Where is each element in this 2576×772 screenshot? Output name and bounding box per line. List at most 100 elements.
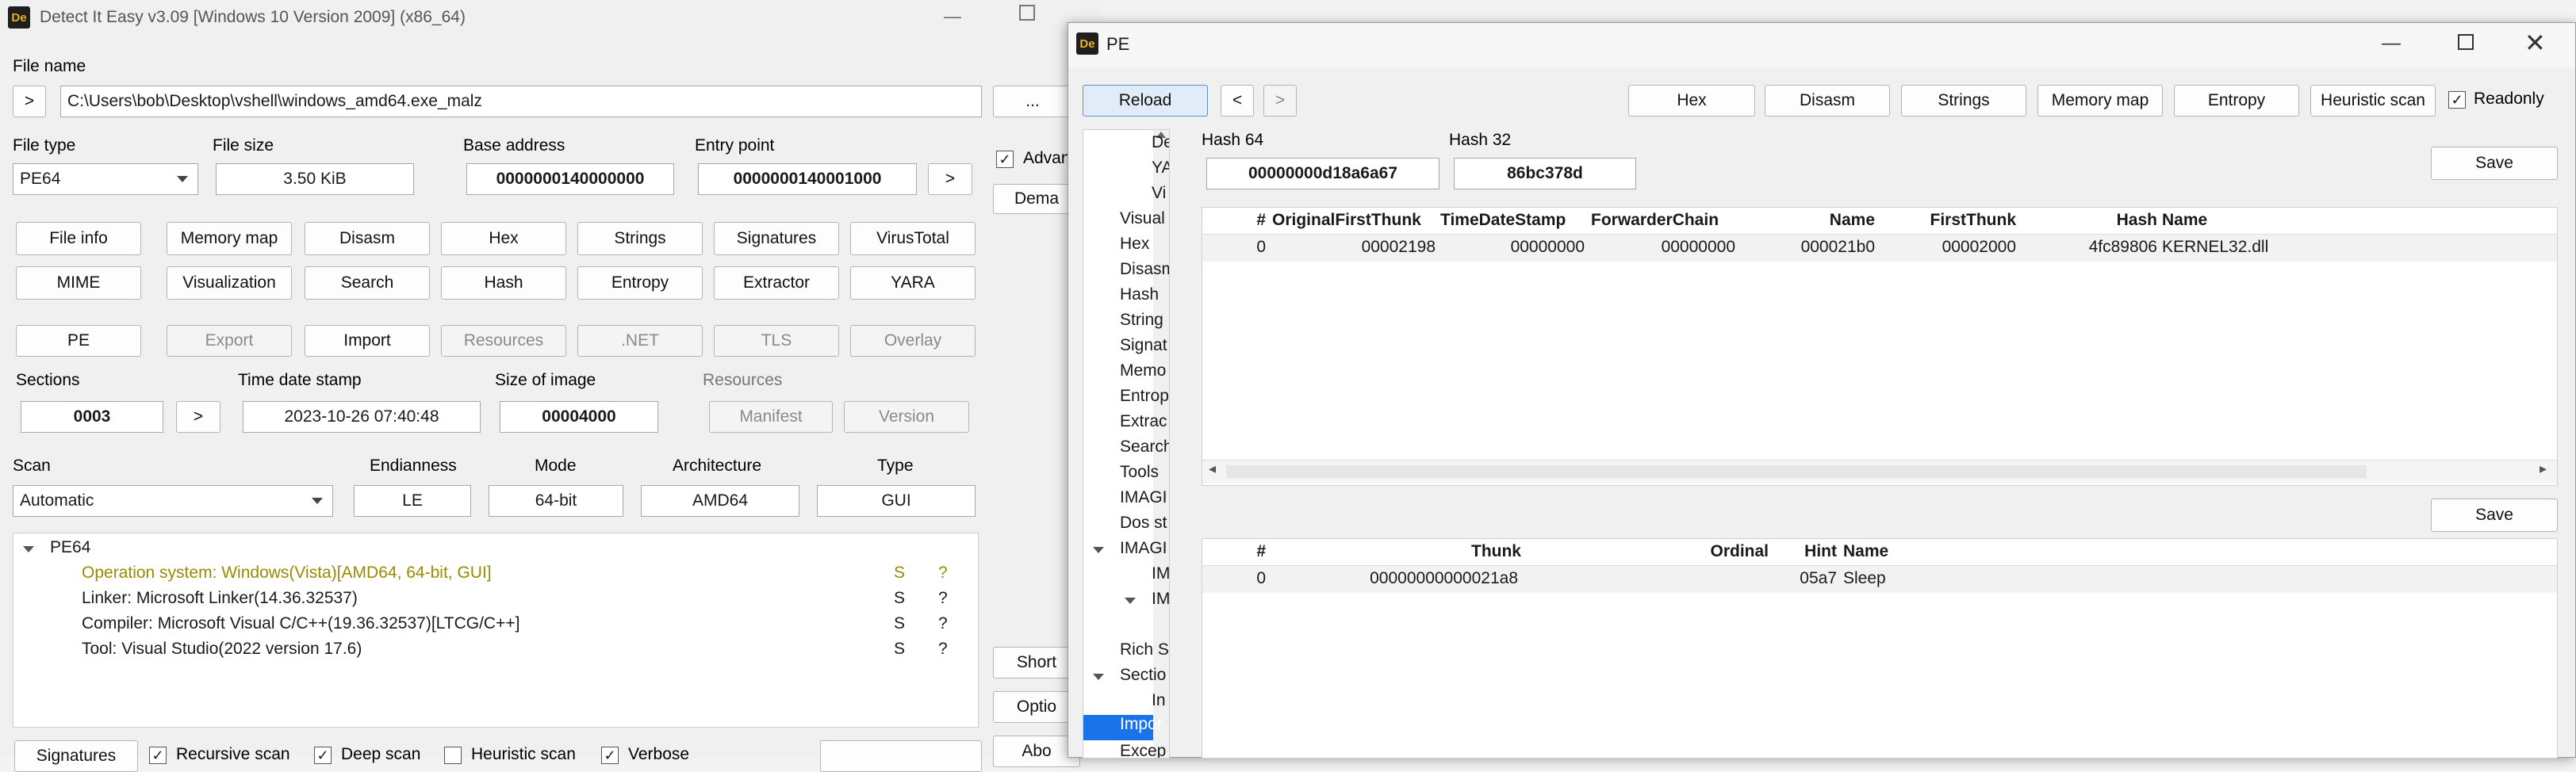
tree-item[interactable]: String [1120,311,1163,330]
col-header[interactable]: Name [1742,211,1875,230]
tls-button[interactable]: TLS [714,325,839,357]
result-os[interactable]: Operation system: Windows(Vista)[AMD64, … [82,564,492,583]
col-header[interactable]: Ordinal [1528,542,1769,561]
scrollbar-thumb[interactable] [1226,465,2367,478]
readonly-checkbox[interactable]: ✓ [2448,91,2466,109]
tree-item-import-selected[interactable]: Impor [1083,715,1163,740]
manifest-button[interactable]: Manifest [709,401,833,433]
tree-item[interactable]: Disasm [1120,260,1169,279]
result-root[interactable]: PE64 [50,538,90,557]
tree-item[interactable]: Hash [1120,285,1159,304]
search-button[interactable]: Search [305,266,430,300]
import-button[interactable]: Import [305,325,430,357]
advanced-checkbox[interactable]: ✓ [996,151,1014,168]
hash-button[interactable]: Hash [441,266,566,300]
minimize-icon[interactable]: — [2382,32,2401,55]
horizontal-scrollbar[interactable]: ◂ ▸ [1202,460,2557,483]
file-path-input[interactable]: C:\Users\bob\Desktop\vshell\windows_amd6… [60,86,982,117]
memory-map-button[interactable]: Memory map [167,222,292,255]
col-header[interactable]: Hint [1773,542,1837,561]
col-header[interactable]: # [1202,542,1266,561]
resources-button[interactable]: Resources [441,325,566,357]
tree-item[interactable]: Rich S [1120,640,1169,659]
pe-strings-button[interactable]: Strings [1901,85,2026,117]
back-button[interactable]: < [1221,85,1254,117]
tree-item[interactable]: Vi [1152,184,1166,203]
pe-disasm-button[interactable]: Disasm [1765,85,1890,117]
verbose-checkbox[interactable]: ✓ [601,747,619,764]
result-tool-q[interactable]: ? [938,640,948,659]
table-row[interactable]: 0 00000000000021a8 05a7 Sleep [1202,566,2557,593]
tree-item[interactable]: Visual [1120,209,1165,228]
col-header[interactable]: Name [1843,542,2002,561]
tree-item[interactable]: IMAGI [1120,539,1167,558]
expand-icon[interactable] [23,546,34,552]
result-compiler-q[interactable]: ? [938,614,948,633]
col-header[interactable]: Hash [2019,211,2157,230]
pe-hex-button[interactable]: Hex [1628,85,1755,117]
recursive-scan-checkbox[interactable]: ✓ [149,747,167,764]
scan-button[interactable] [820,740,982,772]
export-button[interactable]: Export [167,325,292,357]
overlay-button[interactable]: Overlay [850,325,976,357]
entropy-button[interactable]: Entropy [577,266,703,300]
yara-button[interactable]: YARA [850,266,976,300]
entry-point-arrow-button[interactable]: > [928,163,972,195]
tree-item[interactable]: In [1152,691,1166,710]
result-tool[interactable]: Tool: Visual Studio(2022 version 17.6) [82,640,362,659]
tree-item[interactable]: Dos st [1120,514,1167,533]
deep-scan-checkbox[interactable]: ✓ [314,747,332,764]
browse-button[interactable]: ... [993,86,1072,117]
file-type-select[interactable]: PE64 [13,163,198,195]
pe-heuristic-scan-button[interactable]: Heuristic scan [2310,85,2436,117]
close-icon[interactable]: ✕ [2524,28,2546,58]
tree-item[interactable]: YA [1152,159,1169,178]
tree-item[interactable]: Excep [1120,742,1166,758]
virustotal-button[interactable]: VirusTotal [850,222,976,255]
strings-button[interactable]: Strings [577,222,703,255]
pe-button[interactable]: PE [16,325,141,357]
hex-button[interactable]: Hex [441,222,566,255]
scroll-right-icon[interactable]: ▸ [2540,461,2547,477]
col-header[interactable]: Name [2162,211,2321,230]
heuristic-scan-checkbox[interactable] [444,747,462,764]
tree-item[interactable]: Sectio [1120,666,1166,685]
col-header[interactable]: ForwarderChain [1591,211,1738,230]
disasm-button[interactable]: Disasm [305,222,430,255]
file-info-button[interactable]: File info [16,222,141,255]
result-compiler[interactable]: Compiler: Microsoft Visual C/C++(19.36.3… [82,614,519,633]
minimize-icon[interactable]: — [944,6,961,27]
table-row[interactable]: 0 00002198 00000000 00000000 000021b0 00… [1202,235,2557,262]
col-header[interactable]: Thunk [1272,542,1521,561]
tree-item[interactable]: Hex [1120,235,1149,254]
pe-entropy-button[interactable]: Entropy [2174,85,2299,117]
result-os-q[interactable]: ? [938,564,948,583]
tree-item[interactable]: IMAGI [1120,488,1167,507]
visualization-button[interactable]: Visualization [167,266,292,300]
expand-icon[interactable] [1093,674,1104,680]
mime-button[interactable]: MIME [16,266,141,300]
scan-select[interactable]: Automatic [13,485,333,517]
version-button[interactable]: Version [844,401,969,433]
pe-memory-map-button[interactable]: Memory map [2037,85,2163,117]
col-header[interactable]: FirstThunk [1878,211,2017,230]
file-arrow-button[interactable]: > [13,86,46,117]
sections-arrow-button[interactable]: > [176,401,220,433]
save-button-top[interactable]: Save [2431,147,2558,180]
col-header[interactable]: OriginalFirstThunk [1272,211,1439,230]
tree-item[interactable]: Memo [1120,361,1166,380]
tree-item[interactable]: De [1152,133,1169,152]
result-linker-q[interactable]: ? [938,589,948,608]
tree-item[interactable]: Search [1120,438,1169,457]
tree-item[interactable]: Signat [1120,336,1167,355]
tree-item[interactable]: Extrac [1120,412,1167,431]
tree-item[interactable]: Entrop [1120,387,1169,406]
reload-button[interactable]: Reload [1083,85,1208,117]
tree-item[interactable]: IM [1152,590,1169,609]
forward-button[interactable]: > [1263,85,1297,117]
tree-item[interactable]: IM [1152,564,1169,583]
expand-icon[interactable] [1125,598,1136,604]
signatures-button[interactable]: Signatures [714,222,839,255]
result-linker[interactable]: Linker: Microsoft Linker(14.36.32537) [82,589,358,608]
save-button-bottom[interactable]: Save [2431,499,2558,532]
